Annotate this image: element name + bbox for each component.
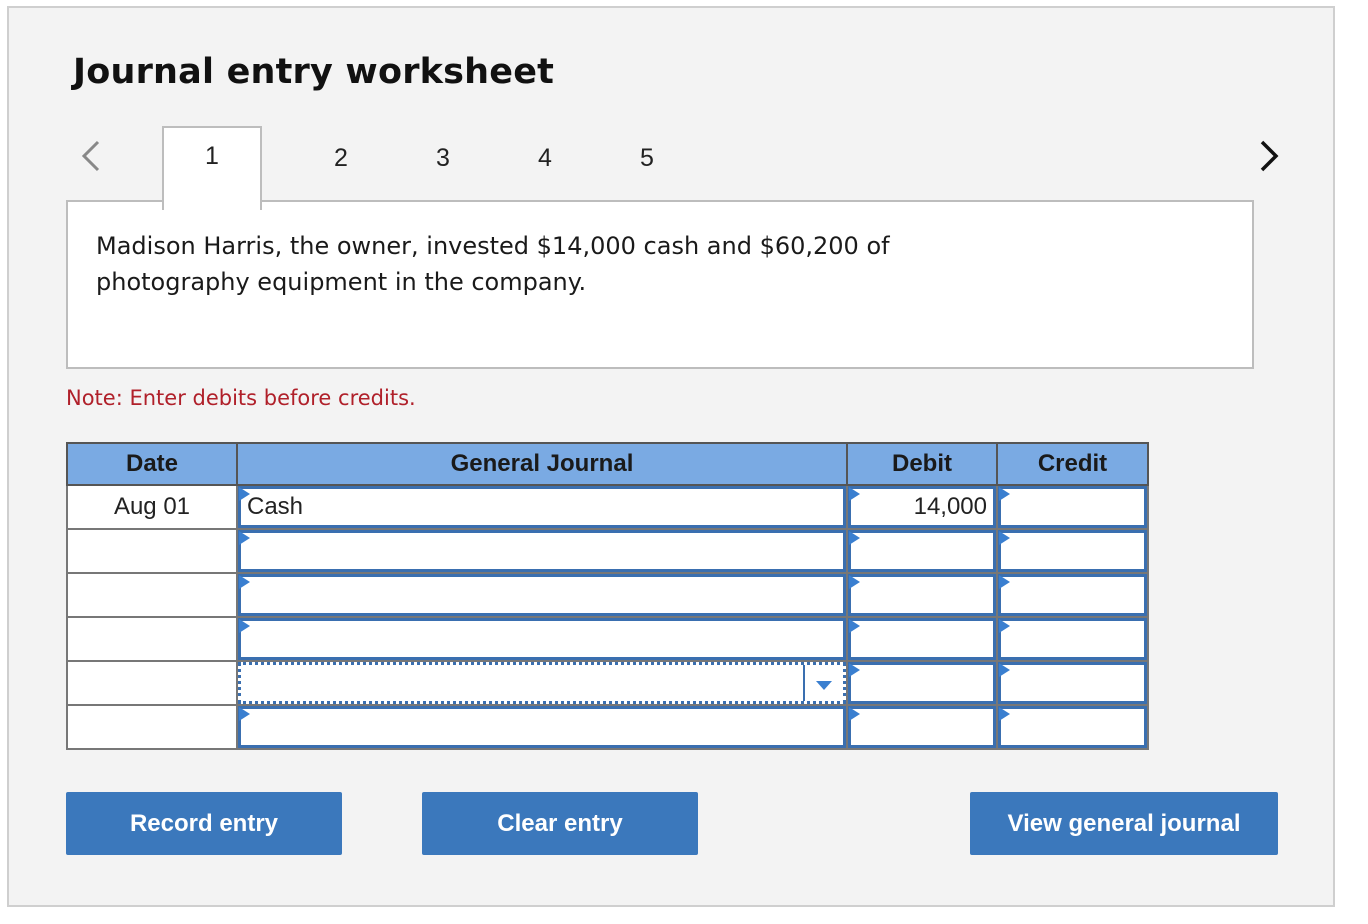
chevron-right-icon xyxy=(1260,140,1279,172)
debit-field[interactable] xyxy=(848,662,996,704)
flag-icon xyxy=(999,619,1010,633)
flag-icon xyxy=(849,619,860,633)
table-row xyxy=(66,616,1149,662)
account-field[interactable] xyxy=(238,574,846,616)
date-column-header: Date xyxy=(66,442,238,486)
table-row xyxy=(66,704,1149,750)
debit-field[interactable] xyxy=(848,530,996,572)
date-cell xyxy=(66,572,238,618)
worksheet-panel: Journal entry worksheet 1 2 3 4 5 Madiso… xyxy=(7,6,1335,907)
tab-4[interactable]: 4 xyxy=(515,136,575,180)
debit-value: 14,000 xyxy=(913,493,987,520)
account-field[interactable] xyxy=(238,618,846,660)
account-value: Cash xyxy=(247,493,304,520)
credit-column-header: Credit xyxy=(996,442,1149,486)
tab-3[interactable]: 3 xyxy=(413,136,473,180)
instruction-note: Note: Enter debits before credits. xyxy=(66,386,416,410)
date-cell xyxy=(66,616,238,662)
date-cell xyxy=(66,660,238,706)
debit-field[interactable] xyxy=(848,618,996,660)
flag-icon xyxy=(239,487,250,501)
credit-cell xyxy=(996,484,1149,530)
transaction-description: Madison Harris, the owner, invested $14,… xyxy=(96,232,890,296)
flag-icon xyxy=(849,487,860,501)
account-cell xyxy=(236,572,848,618)
account-cell xyxy=(236,528,848,574)
credit-cell xyxy=(996,660,1149,706)
next-tab-button[interactable] xyxy=(1249,136,1289,176)
credit-field[interactable] xyxy=(998,530,1147,572)
chevron-down-icon xyxy=(816,680,832,690)
flag-icon xyxy=(849,575,860,589)
flag-icon xyxy=(999,707,1010,721)
credit-field[interactable] xyxy=(998,706,1147,748)
credit-cell xyxy=(996,704,1149,750)
general-journal-table: Date General Journal Debit Credit Aug 01… xyxy=(66,442,1149,750)
credit-cell xyxy=(996,528,1149,574)
flag-icon xyxy=(999,531,1010,545)
flag-icon xyxy=(999,663,1010,677)
account-field[interactable]: Cash xyxy=(238,486,846,528)
flag-icon xyxy=(999,487,1010,501)
date-cell xyxy=(66,704,238,750)
account-cell xyxy=(236,660,848,706)
flag-icon xyxy=(849,663,860,677)
flag-icon xyxy=(239,707,250,721)
debit-cell xyxy=(846,704,998,750)
tab-label: 5 xyxy=(640,143,654,172)
credit-cell xyxy=(996,616,1149,662)
account-cell xyxy=(236,704,848,750)
flag-icon xyxy=(849,707,860,721)
debit-cell xyxy=(846,572,998,618)
tab-2[interactable]: 2 xyxy=(311,136,371,180)
clear-entry-button[interactable]: Clear entry xyxy=(422,792,698,855)
table-row: Aug 01 Cash 14,000 xyxy=(66,484,1149,530)
table-header-row: Date General Journal Debit Credit xyxy=(66,442,1149,486)
flag-icon xyxy=(239,619,250,633)
table-row xyxy=(66,528,1149,574)
dropdown-toggle[interactable] xyxy=(803,665,843,701)
transaction-description-box: Madison Harris, the owner, invested $14,… xyxy=(66,200,1254,369)
debit-field[interactable] xyxy=(848,706,996,748)
view-general-journal-button[interactable]: View general journal xyxy=(970,792,1278,855)
credit-field[interactable] xyxy=(998,662,1147,704)
debit-column-header: Debit xyxy=(846,442,998,486)
debit-cell xyxy=(846,660,998,706)
flag-icon xyxy=(999,575,1010,589)
flag-icon xyxy=(239,531,250,545)
account-cell: Cash xyxy=(236,484,848,530)
flag-icon xyxy=(239,575,250,589)
flag-icon xyxy=(849,531,860,545)
tab-label: 2 xyxy=(334,143,348,172)
tab-label: 4 xyxy=(538,143,552,172)
chevron-left-icon xyxy=(81,140,100,172)
debit-cell xyxy=(846,616,998,662)
tab-label: 3 xyxy=(436,143,450,172)
account-column-header: General Journal xyxy=(236,442,848,486)
account-field[interactable] xyxy=(238,706,846,748)
account-field[interactable] xyxy=(238,530,846,572)
table-row xyxy=(66,660,1149,706)
credit-field[interactable] xyxy=(998,618,1147,660)
account-cell xyxy=(236,616,848,662)
debit-cell: 14,000 xyxy=(846,484,998,530)
credit-cell xyxy=(996,572,1149,618)
table-row xyxy=(66,572,1149,618)
account-select[interactable] xyxy=(238,662,846,704)
tab-5[interactable]: 5 xyxy=(617,136,677,180)
tab-label: 1 xyxy=(205,142,219,170)
tab-1[interactable]: 1 xyxy=(162,126,262,210)
credit-field[interactable] xyxy=(998,574,1147,616)
debit-cell xyxy=(846,528,998,574)
page-title: Journal entry worksheet xyxy=(73,52,555,92)
record-entry-button[interactable]: Record entry xyxy=(66,792,342,855)
debit-field[interactable] xyxy=(848,574,996,616)
credit-field[interactable] xyxy=(998,486,1147,528)
date-cell xyxy=(66,528,238,574)
date-cell: Aug 01 xyxy=(66,484,238,530)
prev-tab-button[interactable] xyxy=(71,136,111,176)
debit-field[interactable]: 14,000 xyxy=(848,486,996,528)
